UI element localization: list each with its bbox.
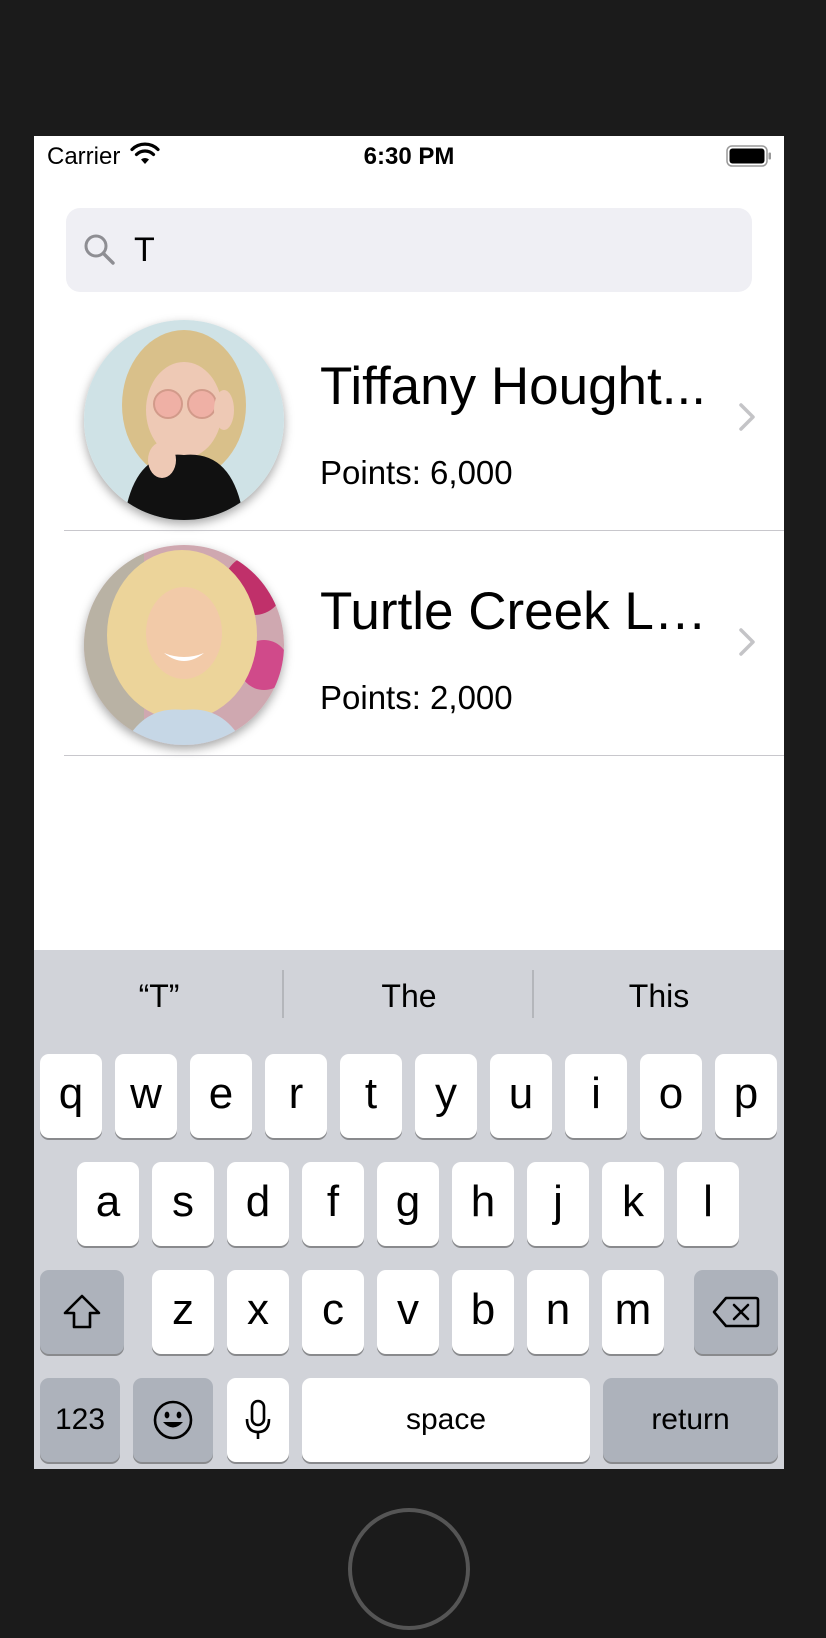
home-button[interactable] (348, 1508, 470, 1630)
item-name: Turtle Creek La... (320, 582, 715, 641)
space-key[interactable]: space (302, 1378, 590, 1462)
avatar (84, 545, 284, 745)
status-bar: Carrier 6:30 PM (34, 136, 784, 176)
phone-screen: Carrier 6:30 PM T Tiffany Hought... Poin… (34, 136, 784, 1469)
key-b[interactable]: b (452, 1270, 514, 1354)
key-o[interactable]: o (640, 1054, 702, 1138)
key-t[interactable]: t (340, 1054, 402, 1138)
key-z[interactable]: z (152, 1270, 214, 1354)
numbers-key[interactable]: 123 (40, 1378, 120, 1462)
list-item[interactable]: Turtle Creek La... Points: 2,000 (34, 531, 784, 756)
key-a[interactable]: a (77, 1162, 139, 1246)
suggestion-item[interactable]: This (534, 978, 784, 1015)
device-frame: Carrier 6:30 PM T Tiffany Hought... Poin… (0, 0, 826, 1638)
key-m[interactable]: m (602, 1270, 664, 1354)
keyboard: “T” The This q w e r t y u i o p a s d f… (34, 950, 784, 1469)
list-item[interactable]: Tiffany Hought... Points: 6,000 (34, 306, 784, 531)
item-name: Tiffany Hought... (320, 357, 706, 416)
chevron-right-icon (739, 403, 755, 431)
key-c[interactable]: c (302, 1270, 364, 1354)
key-g[interactable]: g (377, 1162, 439, 1246)
key-n[interactable]: n (527, 1270, 589, 1354)
shift-key[interactable] (40, 1270, 124, 1354)
suggestion-item[interactable]: “T” (34, 978, 284, 1015)
key-d[interactable]: d (227, 1162, 289, 1246)
return-key[interactable]: return (603, 1378, 778, 1462)
search-bar[interactable] (66, 208, 752, 292)
suggestion-bar: “T” The This (34, 950, 784, 1050)
key-l[interactable]: l (677, 1162, 739, 1246)
avatar-photo (84, 545, 284, 745)
key-k[interactable]: k (602, 1162, 664, 1246)
key-v[interactable]: v (377, 1270, 439, 1354)
emoji-key[interactable] (133, 1378, 213, 1462)
key-s[interactable]: s (152, 1162, 214, 1246)
dictation-key[interactable] (227, 1378, 289, 1462)
key-e[interactable]: e (190, 1054, 252, 1138)
key-p[interactable]: p (715, 1054, 777, 1138)
avatar (84, 320, 284, 520)
search-input[interactable] (134, 222, 734, 278)
search-icon (84, 234, 115, 265)
key-h[interactable]: h (452, 1162, 514, 1246)
status-time: 6:30 PM (363, 143, 455, 170)
key-r[interactable]: r (265, 1054, 327, 1138)
emoji-icon (153, 1400, 193, 1440)
suggestion-item[interactable]: The (284, 978, 534, 1015)
delete-icon (712, 1296, 760, 1328)
key-w[interactable]: w (115, 1054, 177, 1138)
chevron-right-icon (739, 628, 755, 656)
key-j[interactable]: j (527, 1162, 589, 1246)
key-x[interactable]: x (227, 1270, 289, 1354)
key-i[interactable]: i (565, 1054, 627, 1138)
key-y[interactable]: y (415, 1054, 477, 1138)
key-u[interactable]: u (490, 1054, 552, 1138)
key-f[interactable]: f (302, 1162, 364, 1246)
key-q[interactable]: q (40, 1054, 102, 1138)
item-points: Points: 6,000 (320, 454, 513, 491)
microphone-icon (245, 1399, 271, 1439)
avatar-photo (84, 320, 284, 520)
delete-key[interactable] (694, 1270, 778, 1354)
item-points: Points: 2,000 (320, 679, 513, 716)
battery-icon (726, 145, 771, 167)
results-list: Tiffany Hought... Points: 6,000 Turtle C… (34, 306, 784, 756)
row-separator (64, 755, 784, 756)
shift-icon (63, 1294, 101, 1329)
